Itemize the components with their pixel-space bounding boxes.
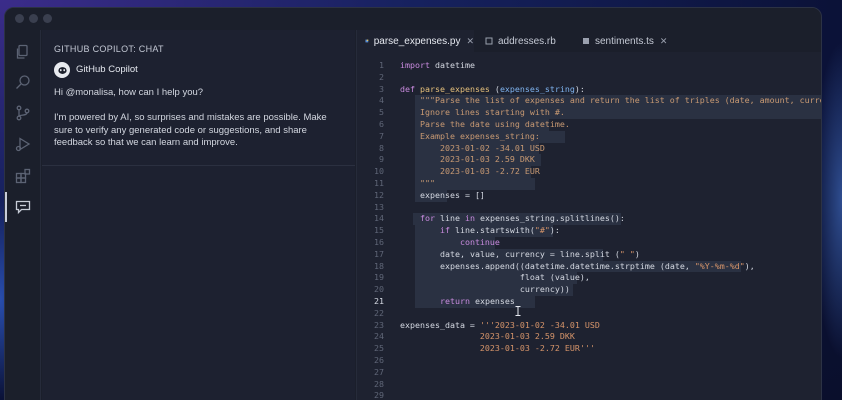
- code-text: return expenses: [439, 296, 515, 306]
- copilot-logo-icon: [57, 66, 67, 74]
- line-number: 27: [374, 366, 384, 377]
- python-file-icon: [365, 39, 369, 43]
- code-text: 2023-01-03 -2.72 EUR''': [400, 343, 595, 354]
- line-number: 5: [379, 107, 384, 118]
- line-number: 9: [379, 154, 384, 165]
- line-number: 19: [374, 272, 384, 283]
- line-number: 29: [374, 390, 384, 400]
- tab-label: addresses.rb: [498, 35, 556, 47]
- line-number: 3: [379, 83, 384, 94]
- editor-window: GITHUB COPILOT: CHAT GitHub Copilot Hi @…: [4, 7, 822, 400]
- line-number: 21: [374, 296, 384, 306]
- chat-icon[interactable]: [15, 199, 31, 215]
- line-number: 15: [374, 225, 384, 236]
- line-number: 26: [374, 355, 384, 365]
- chat-panel-title: GITHUB COPILOT: CHAT: [54, 44, 164, 54]
- tab-sentiments[interactable]: sentiments.ts ✕: [574, 30, 674, 52]
- active-view-indicator: [5, 192, 7, 222]
- copilot-avatar: [54, 62, 70, 78]
- line-number: 6: [379, 119, 384, 129]
- code-text: expenses_data = '''2023-01-02 -34.01 USD: [400, 319, 600, 330]
- line-number: 11: [374, 178, 384, 188]
- code-text: 2023-01-03 2.59 DKK: [400, 331, 575, 342]
- code-text: Parse the date using datetime.: [400, 119, 570, 129]
- chat-divider: [42, 165, 355, 166]
- run-debug-icon[interactable]: [15, 136, 31, 152]
- code-text: 2023-01-03 -2.72 EUR: [400, 166, 540, 177]
- code-text: expenses = []: [419, 189, 485, 200]
- line-number: 10: [374, 166, 384, 177]
- ruby-file-icon: [485, 37, 493, 45]
- code-text: continue: [459, 237, 500, 247]
- assistant-name: GitHub Copilot: [76, 64, 138, 75]
- code-text: def parse_expenses (expenses_string):: [400, 83, 585, 94]
- code-editor: parse_expenses.py ✕ addresses.rb ✕ senti…: [356, 30, 821, 400]
- editor-tab-bar: parse_expenses.py ✕ addresses.rb ✕ senti…: [357, 30, 821, 52]
- code-text: expenses.append((datetime.datetime.strpt…: [439, 260, 755, 271]
- code-area[interactable]: 1 import datetime 2 3 def parse_expenses (ex…: [357, 60, 821, 400]
- close-tab-icon[interactable]: ✕: [466, 36, 474, 47]
- text-cursor-icon: [515, 306, 521, 316]
- line-number: 13: [374, 201, 384, 212]
- window-close-dot[interactable]: [15, 14, 24, 23]
- title-bar: [5, 8, 821, 30]
- search-icon[interactable]: [15, 74, 31, 90]
- window-minimize-dot[interactable]: [29, 14, 38, 23]
- code-text: 2023-01-02 -34.01 USD: [400, 142, 545, 153]
- line-number: 22: [374, 307, 384, 318]
- copilot-chat-panel: GITHUB COPILOT: CHAT GitHub Copilot Hi @…: [42, 30, 355, 400]
- line-number: 23: [374, 319, 384, 330]
- code-text: Ignore lines starting with #.: [400, 107, 565, 118]
- line-number: 18: [374, 260, 384, 271]
- line-number: 12: [374, 189, 384, 200]
- line-number: 14: [374, 213, 384, 224]
- line-number: 8: [379, 142, 384, 153]
- line-number: 16: [374, 237, 384, 247]
- extensions-icon[interactable]: [15, 168, 31, 184]
- line-number: 24: [374, 331, 384, 342]
- code-text: float (value),: [519, 272, 590, 283]
- assistant-greeting: Hi @monalisa, how can I help you?: [54, 87, 204, 98]
- typescript-file-icon: [583, 38, 589, 44]
- assistant-disclaimer: I'm powered by AI, so surprises and mist…: [54, 112, 327, 148]
- code-text: import datetime: [400, 60, 475, 70]
- code-text: if line.startswith("#"):: [439, 225, 560, 236]
- tab-label: sentiments.ts: [595, 35, 654, 47]
- tab-parse-expenses[interactable]: parse_expenses.py ✕: [357, 30, 474, 52]
- window-maximize-dot[interactable]: [43, 14, 52, 23]
- code-text: Example expenses_string:: [400, 130, 540, 141]
- tab-addresses[interactable]: addresses.rb ✕: [477, 30, 575, 52]
- line-number: 2: [379, 71, 384, 82]
- code-text: """Parse the list of expenses and return…: [400, 95, 822, 106]
- code-text: currency)): [519, 284, 570, 295]
- explorer-icon[interactable]: [15, 44, 31, 60]
- line-number: 4: [379, 95, 384, 106]
- close-tab-icon[interactable]: ✕: [660, 36, 668, 47]
- code-text: """: [400, 178, 435, 188]
- line-number: 17: [374, 248, 384, 259]
- code-text: 2023-01-03 2.59 DKK: [400, 154, 535, 165]
- line-number: 20: [374, 284, 384, 295]
- code-text: for line in expenses_string.splitlines()…: [419, 213, 625, 224]
- activity-bar: [5, 30, 41, 400]
- source-control-icon[interactable]: [15, 105, 31, 121]
- line-number: 1: [379, 60, 384, 70]
- line-number: 28: [374, 378, 384, 389]
- line-number: 7: [379, 130, 384, 141]
- line-number: 25: [374, 343, 384, 354]
- code-text: date, value, currency = line.split (" "): [439, 248, 640, 259]
- tab-label: parse_expenses.py: [373, 35, 461, 47]
